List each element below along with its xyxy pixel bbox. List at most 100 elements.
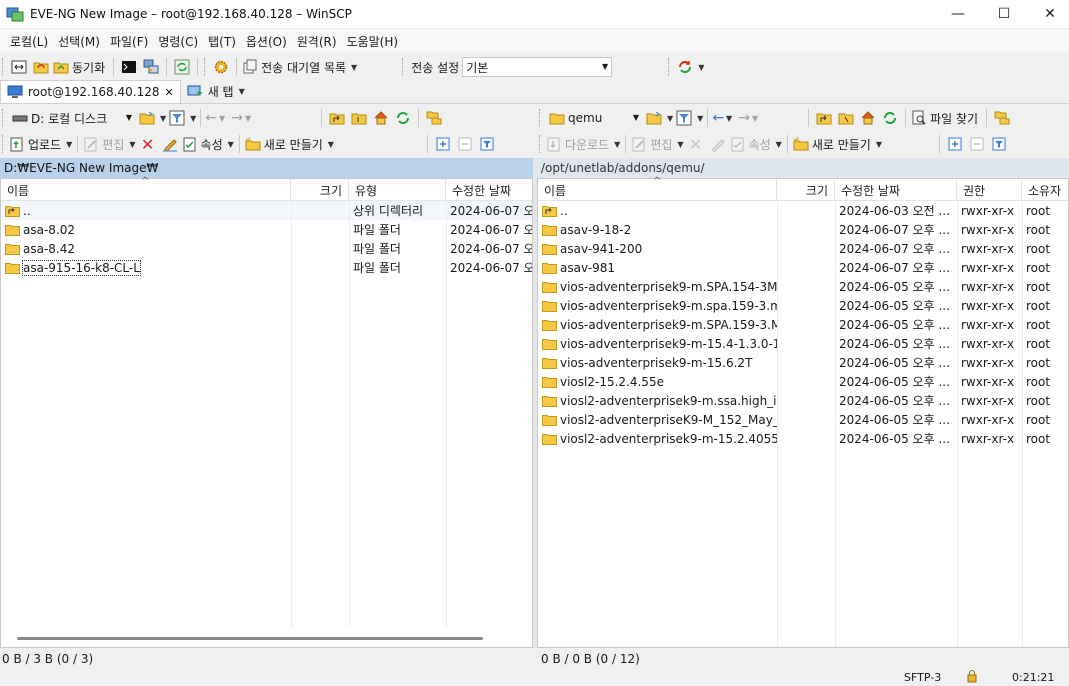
local-col-date[interactable]: 수정한 날짜	[446, 179, 532, 201]
menu-options[interactable]: 옵션(O)	[241, 33, 292, 50]
local-path-bar[interactable]: D:₩EVE-NG New Image₩	[0, 158, 533, 178]
forward-arrow-icon[interactable]: →	[738, 110, 750, 126]
parent-folder-icon	[329, 113, 345, 125]
local-file-row[interactable]: asa-915-16-k8-CL-L 파일 폴더 2024-06-07 오	[1, 258, 532, 277]
back-arrow-icon[interactable]: ←	[205, 110, 217, 126]
local-find-button[interactable]	[424, 108, 444, 128]
menu-remote[interactable]: 원격(R)	[292, 33, 342, 50]
local-select-all-button[interactable]	[433, 134, 453, 154]
remote-delete-button[interactable]: ✕	[686, 134, 706, 154]
minimize-button[interactable]: —	[935, 0, 981, 28]
chevron-down-icon[interactable]: ▼	[667, 114, 673, 123]
local-file-row[interactable]: .. 상위 디렉터리 2024-06-07 오	[1, 201, 532, 220]
local-filter-select-button[interactable]	[477, 134, 497, 154]
remote-file-row[interactable]: viosl2-adventerprisek9-m-15.2.4055 2024-0…	[538, 429, 1068, 448]
remote-file-row[interactable]: viosl2-adventerprisek9-m.ssa.high_iro...…	[538, 391, 1068, 410]
tab-close-icon[interactable]: ✕	[164, 86, 173, 99]
remote-new-button[interactable]: 새로 만들기 ▼	[793, 134, 882, 154]
preferences-button[interactable]	[211, 57, 231, 77]
find-files-button[interactable]: 파일 찾기	[911, 108, 981, 128]
remote-file-row[interactable]: .. 2024-06-03 오전 ... rwxr-xr-x root	[538, 201, 1068, 220]
remote-file-row[interactable]: vios-adventerprisek9-m.SPA.154-3M8 2024-0…	[538, 277, 1068, 296]
close-button[interactable]: ✕	[1027, 0, 1069, 28]
local-home-button[interactable]	[371, 108, 391, 128]
local-open-folder-button[interactable]	[137, 108, 157, 128]
remote-select-all-button[interactable]	[945, 134, 965, 154]
chevron-down-icon[interactable]: ▼	[160, 114, 166, 123]
remote-edit-button[interactable]: 편집 ▼	[631, 134, 684, 154]
local-file-row[interactable]: asa-8.42 파일 폴더 2024-06-07 오	[1, 239, 532, 258]
remote-rename-button[interactable]	[708, 134, 728, 154]
remote-file-row[interactable]: vios-adventerprisek9-m.spa.159-3.m2 2024-…	[538, 296, 1068, 315]
local-horizontal-scrollbar[interactable]	[1, 631, 532, 647]
back-arrow-icon[interactable]: ←	[712, 110, 724, 126]
local-new-button[interactable]: 새로 만들기 ▼	[245, 134, 334, 154]
remote-file-row[interactable]: asav-9-18-2 2024-06-07 오후 ... rwxr-xr-x roo…	[538, 220, 1068, 239]
local-root-dir-button[interactable]	[349, 108, 369, 128]
local-properties-button[interactable]: 속성 ▼	[182, 134, 234, 154]
remote-parent-dir-button[interactable]	[814, 108, 834, 128]
remote-open-folder-button[interactable]	[644, 108, 664, 128]
remote-file-row[interactable]: asav-941-200 2024-06-07 오후 ... rwxr-xr-x ro…	[538, 239, 1068, 258]
remote-path-bar[interactable]: /opt/unetlab/addons/qemu/	[537, 158, 1069, 178]
refresh-queue-button[interactable]	[172, 57, 192, 77]
remote-dir-select[interactable]: qemu ▼	[545, 108, 643, 128]
remote-col-owner[interactable]: 소유자	[1022, 179, 1068, 201]
menu-help[interactable]: 도움말(H)	[342, 33, 404, 50]
local-col-size[interactable]: 크기	[291, 179, 349, 201]
local-unselect-button[interactable]	[455, 134, 475, 154]
remote-filter-select-button[interactable]	[989, 134, 1009, 154]
compare-directories-button[interactable]	[9, 57, 29, 77]
menu-commands[interactable]: 명령(C)	[153, 33, 203, 50]
open-terminal-button[interactable]	[119, 57, 139, 77]
synchronize-browsing-button[interactable]	[31, 57, 51, 77]
menu-local[interactable]: 로컬(L)	[5, 33, 53, 50]
remote-file-row[interactable]: vios-adventerprisek9-m-15.4-1.3.0-1... 20…	[538, 334, 1068, 353]
remote-root-dir-button[interactable]	[836, 108, 856, 128]
menu-select[interactable]: 선택(M)	[53, 33, 105, 50]
remote-tree-button[interactable]	[992, 108, 1012, 128]
chevron-down-icon[interactable]: ▼	[697, 114, 703, 123]
remote-unselect-button[interactable]	[967, 134, 987, 154]
local-drive-select[interactable]: D: 로컬 디스크 ▼	[8, 108, 136, 128]
tab-new[interactable]: 새 탭 ▼	[181, 80, 251, 103]
remote-file-row[interactable]: vios-adventerprisek9-m-15.6.2T 2024-06-05…	[538, 353, 1068, 372]
remote-file-row[interactable]: viosl2-adventerpriseK9-M_152_May_... 2024…	[538, 410, 1068, 429]
download-button[interactable]: 다운로드 ▼	[546, 134, 620, 154]
remote-col-name[interactable]: 이름 ^	[538, 176, 777, 201]
local-parent-dir-button[interactable]	[327, 108, 347, 128]
scrollbar-thumb[interactable]	[17, 637, 483, 640]
local-col-name[interactable]: 이름 ^	[1, 176, 291, 201]
local-delete-button[interactable]: ✕	[138, 134, 158, 154]
local-refresh-button[interactable]	[393, 108, 413, 128]
remote-file-row[interactable]: vios-adventerprisek9-m.SPA.159-3.M3 2024-…	[538, 315, 1068, 334]
remote-file-row[interactable]: viosl2-15.2.4.55e 2024-06-05 오후 ... rwxr-x…	[538, 372, 1068, 391]
synchronize-button[interactable]: 동기화	[53, 57, 108, 77]
remote-col-permissions[interactable]: 권한	[957, 179, 1022, 201]
queue-list-button[interactable]: 전송 대기열 목록 ▼	[242, 57, 357, 77]
remote-refresh-button[interactable]	[880, 108, 900, 128]
local-filter-button[interactable]	[167, 108, 187, 128]
remote-col-size[interactable]: 크기	[777, 179, 835, 201]
remote-column-headers: 이름 ^ 크기 수정한 날짜 권한 소유자	[538, 176, 1068, 201]
menu-file[interactable]: 파일(F)	[105, 33, 153, 50]
local-rename-button[interactable]	[160, 134, 180, 154]
putty-button[interactable]	[141, 57, 161, 77]
remote-filter-button[interactable]	[674, 108, 694, 128]
chevron-down-icon[interactable]: ▼	[190, 114, 196, 123]
transfer-settings-select[interactable]: 기본 ▼	[462, 57, 613, 77]
maximize-button[interactable]: ☐	[981, 0, 1027, 28]
upload-button[interactable]: 업로드 ▼	[9, 134, 72, 154]
reconnect-button[interactable]	[675, 57, 695, 77]
remote-col-date[interactable]: 수정한 날짜	[835, 179, 957, 201]
tab-session[interactable]: root@192.168.40.128 ✕	[0, 80, 181, 103]
remote-home-button[interactable]	[858, 108, 878, 128]
remote-properties-button[interactable]: 속성 ▼	[730, 134, 782, 154]
local-file-row[interactable]: asa-8.02 파일 폴더 2024-06-07 오	[1, 220, 532, 239]
local-col-type[interactable]: 유형	[349, 179, 446, 201]
local-edit-button[interactable]: 편집 ▼	[83, 134, 136, 154]
forward-arrow-icon[interactable]: →	[231, 110, 243, 126]
chevron-down-icon[interactable]: ▼	[698, 63, 704, 72]
menu-tabs[interactable]: 탭(T)	[203, 33, 241, 50]
remote-file-row[interactable]: asav-981 2024-06-07 오후 ... rwxr-xr-x root	[538, 258, 1068, 277]
